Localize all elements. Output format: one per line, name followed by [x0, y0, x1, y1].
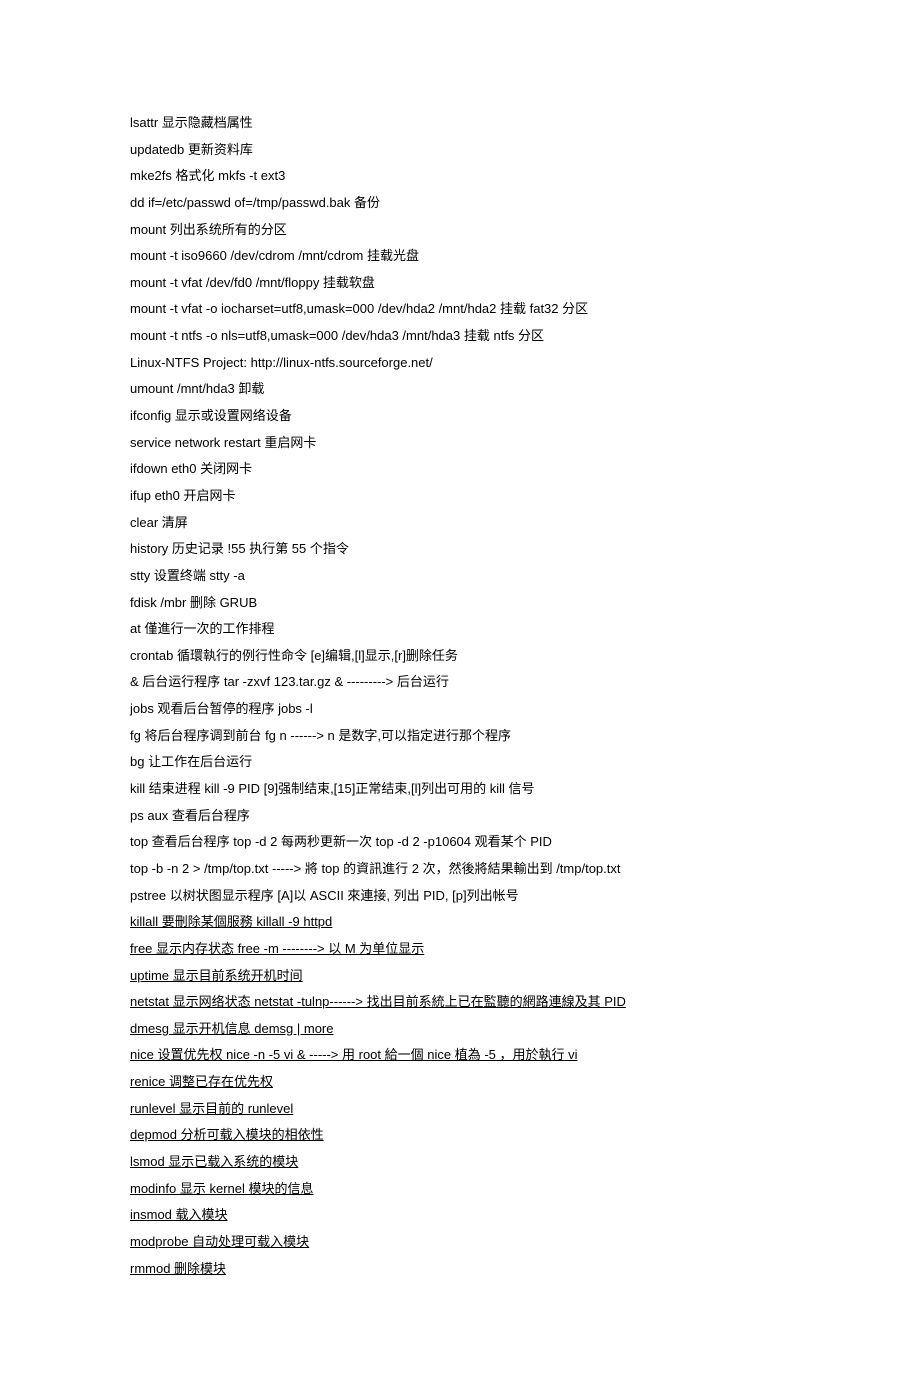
text-line: netstat 显示网络状态 netstat -tulnp------> 找出目… [130, 989, 790, 1016]
document-body: lsattr 显示隐藏档属性updatedb 更新资料库mke2fs 格式化 m… [130, 110, 790, 1282]
text-line: mount -t iso9660 /dev/cdrom /mnt/cdrom 挂… [130, 243, 790, 270]
text-line: ps aux 查看后台程序 [130, 803, 790, 830]
text-line: at 僅進行一次的工作排程 [130, 616, 790, 643]
text-line: renice 调整已存在优先权 [130, 1069, 790, 1096]
text-line: ifdown eth0 关闭网卡 [130, 456, 790, 483]
text-line: mount -t vfat /dev/fd0 /mnt/floppy 挂载软盘 [130, 270, 790, 297]
text-line: lsmod 显示已载入系统的模块 [130, 1149, 790, 1176]
text-line: & 后台运行程序 tar -zxvf 123.tar.gz & --------… [130, 669, 790, 696]
text-line: mount -t ntfs -o nls=utf8,umask=000 /dev… [130, 323, 790, 350]
text-line: insmod 载入模块 [130, 1202, 790, 1229]
text-line: depmod 分析可载入模块的相依性 [130, 1122, 790, 1149]
text-line: lsattr 显示隐藏档属性 [130, 110, 790, 137]
text-line: ifup eth0 开启网卡 [130, 483, 790, 510]
text-line: mount -t vfat -o iocharset=utf8,umask=00… [130, 296, 790, 323]
text-line: clear 清屏 [130, 510, 790, 537]
text-line: mke2fs 格式化 mkfs -t ext3 [130, 163, 790, 190]
text-line: bg 让工作在后台运行 [130, 749, 790, 776]
text-line: uptime 显示目前系统开机时间 [130, 963, 790, 990]
text-line: updatedb 更新资料库 [130, 137, 790, 164]
text-line: fdisk /mbr 删除 GRUB [130, 590, 790, 617]
text-line: top -b -n 2 > /tmp/top.txt -----> 將 top … [130, 856, 790, 883]
text-line: modprobe 自动处理可载入模块 [130, 1229, 790, 1256]
text-line: killall 要刪除某個服務 killall -9 httpd [130, 909, 790, 936]
text-line: pstree 以树状图显示程序 [A]以 ASCII 來連接, 列出 PID, … [130, 883, 790, 910]
text-line: jobs 观看后台暂停的程序 jobs -l [130, 696, 790, 723]
text-line: kill 结束进程 kill -9 PID [9]强制结束,[15]正常结束,[… [130, 776, 790, 803]
text-line: service network restart 重启网卡 [130, 430, 790, 457]
text-line: fg 将后台程序调到前台 fg n ------> n 是数字,可以指定进行那个… [130, 723, 790, 750]
text-line: rmmod 删除模块 [130, 1256, 790, 1283]
text-line: dmesg 显示开机信息 demsg | more [130, 1016, 790, 1043]
text-line: stty 设置终端 stty -a [130, 563, 790, 590]
text-line: history 历史记录 !55 执行第 55 个指令 [130, 536, 790, 563]
text-line: free 显示内存状态 free -m --------> 以 M 为单位显示 [130, 936, 790, 963]
text-line: dd if=/etc/passwd of=/tmp/passwd.bak 备份 [130, 190, 790, 217]
text-line: nice 设置优先权 nice -n -5 vi & -----> 用 root… [130, 1042, 790, 1069]
text-line: ifconfig 显示或设置网络设备 [130, 403, 790, 430]
text-line: crontab 循環執行的例行性命令 [e]编辑,[l]显示,[r]删除任务 [130, 643, 790, 670]
text-line: modinfo 显示 kernel 模块的信息 [130, 1176, 790, 1203]
text-line: umount /mnt/hda3 卸载 [130, 376, 790, 403]
text-line: Linux-NTFS Project: http://linux-ntfs.so… [130, 350, 790, 377]
text-line: runlevel 显示目前的 runlevel [130, 1096, 790, 1123]
text-line: mount 列出系统所有的分区 [130, 217, 790, 244]
text-line: top 查看后台程序 top -d 2 每两秒更新一次 top -d 2 -p1… [130, 829, 790, 856]
